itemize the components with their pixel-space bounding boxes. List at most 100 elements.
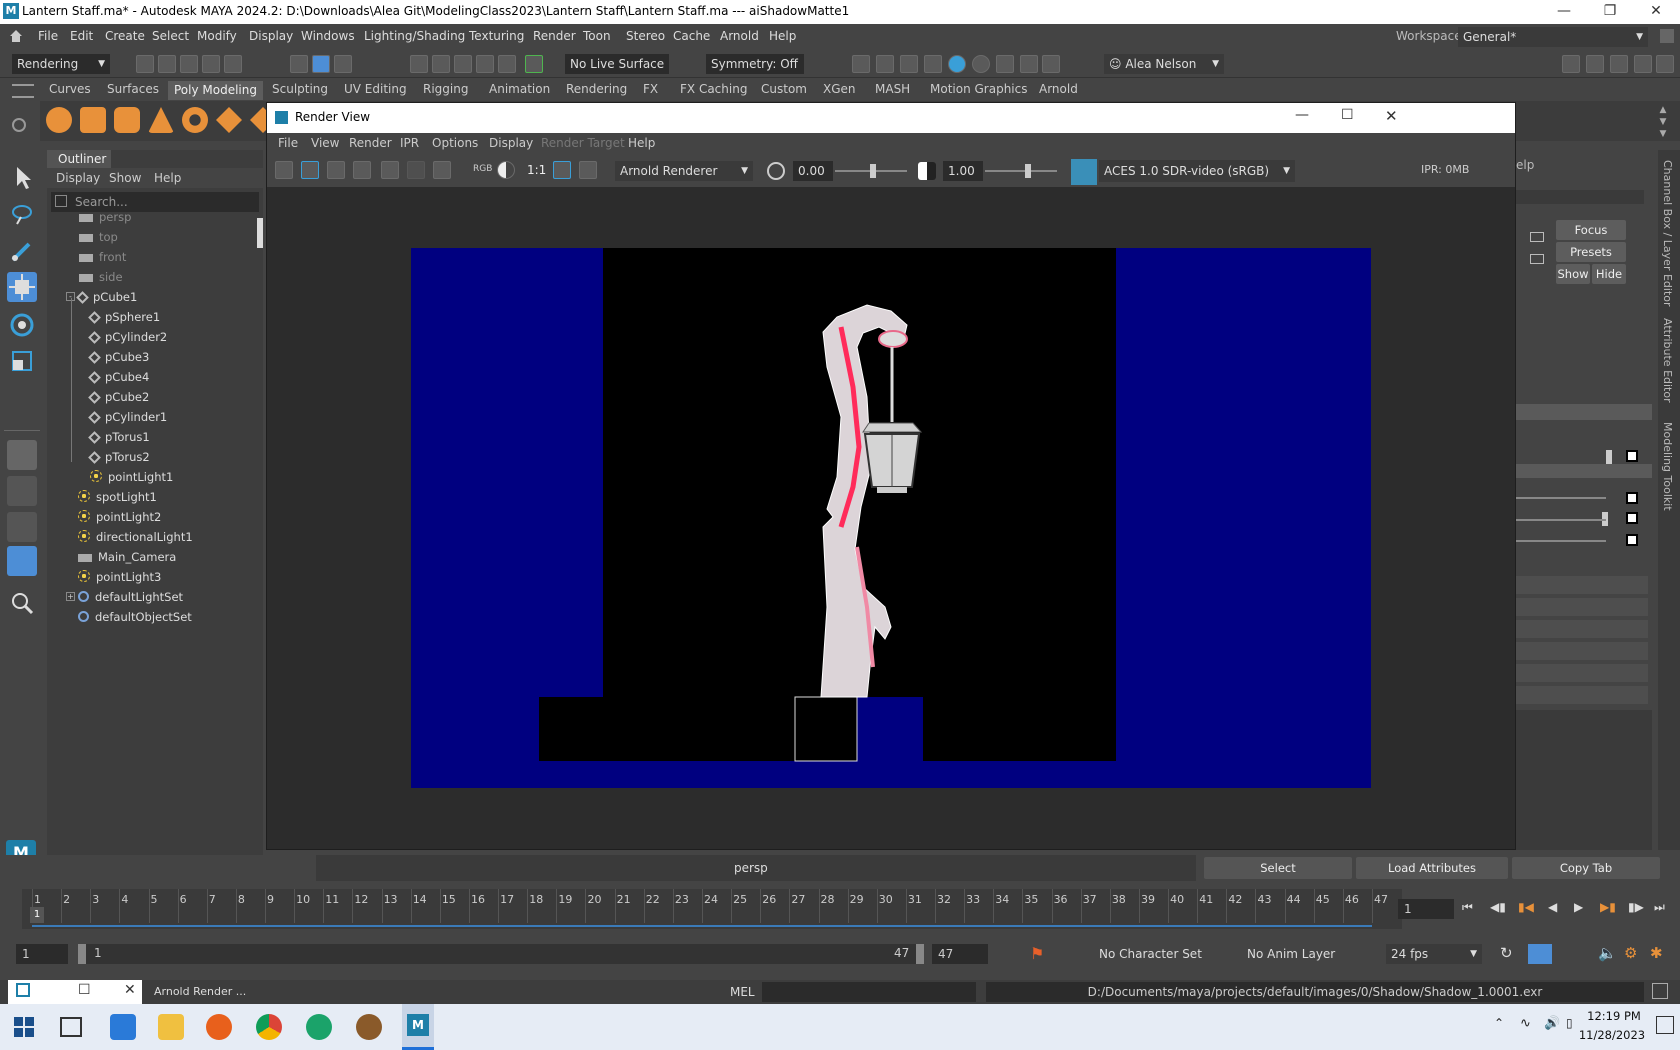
- game-app-icon[interactable]: [356, 1014, 382, 1040]
- rv-menu-render[interactable]: Render: [349, 136, 392, 150]
- snap-view-icon[interactable]: [498, 55, 516, 73]
- arnold-render-icon[interactable]: [1020, 55, 1038, 73]
- range-slider[interactable]: 1 47: [78, 944, 924, 964]
- anim-layer-dropdown[interactable]: No Anim Layer: [1242, 944, 1362, 964]
- outliner-item[interactable]: pSphere1: [88, 308, 160, 326]
- rv-menu-help[interactable]: Help: [628, 136, 655, 150]
- outliner-item[interactable]: persp: [79, 208, 131, 226]
- render-view-icon[interactable]: [972, 55, 990, 73]
- attr-row[interactable]: [1516, 598, 1648, 616]
- end-time-field[interactable]: 47: [932, 944, 988, 964]
- animation-prefs-icon[interactable]: ⚙: [1624, 944, 1637, 962]
- render-current-frame-icon[interactable]: [852, 55, 870, 73]
- rv-menu-file[interactable]: File: [278, 136, 298, 150]
- range-start-handle[interactable]: [78, 944, 86, 964]
- snap-live-icon[interactable]: [525, 55, 543, 73]
- home-icon[interactable]: [8, 28, 24, 44]
- hypershade-icon[interactable]: [948, 55, 966, 73]
- hide-button[interactable]: Hide: [1592, 264, 1626, 284]
- outliner-item[interactable]: + defaultLightSet: [66, 588, 183, 606]
- close-icon[interactable]: ✕: [124, 982, 136, 998]
- zoom-app-icon[interactable]: [110, 1014, 136, 1040]
- four-view-layout-icon[interactable]: [7, 476, 37, 506]
- persp-outliner-layout-icon[interactable]: [7, 512, 37, 542]
- snap-point-icon[interactable]: [454, 55, 472, 73]
- outliner-tab[interactable]: Outliner: [47, 150, 111, 168]
- attr-slider-track[interactable]: [1516, 540, 1606, 542]
- ipr-render-icon[interactable]: [900, 55, 918, 73]
- menu-select[interactable]: Select: [152, 29, 189, 43]
- outliner-menu-display[interactable]: Display: [56, 171, 100, 185]
- shelf-tab-custom[interactable]: Custom: [761, 82, 807, 96]
- volume-icon[interactable]: 🔊: [1544, 1016, 1560, 1031]
- audio-icon[interactable]: 🔈: [1598, 944, 1617, 962]
- poly-torus-icon[interactable]: [182, 107, 208, 133]
- attr-row[interactable]: [1516, 664, 1648, 682]
- shelf-tab-animation[interactable]: Animation: [489, 82, 550, 96]
- firefox-icon[interactable]: [206, 1014, 232, 1040]
- channel-box-vertical-tab[interactable]: Channel Box / Layer Editor: [1661, 160, 1674, 307]
- menu-modify[interactable]: Modify: [197, 29, 237, 43]
- map-button-icon[interactable]: [1626, 512, 1638, 524]
- gamma-slider[interactable]: [985, 170, 1057, 172]
- refresh-ipr-icon[interactable]: [407, 161, 425, 179]
- close-icon[interactable]: ✕: [1636, 0, 1676, 24]
- shelf-tab-poly-modeling[interactable]: Poly Modeling: [168, 81, 263, 100]
- light-editor-icon[interactable]: [996, 55, 1014, 73]
- menu-lighting-shading[interactable]: Lighting/Shading: [364, 29, 465, 43]
- outliner-item[interactable]: Main_Camera: [78, 548, 176, 566]
- shelf-tab-surfaces[interactable]: Surfaces: [107, 82, 159, 96]
- remove-image-icon[interactable]: [579, 161, 597, 179]
- attr-row[interactable]: [1516, 620, 1648, 638]
- rotate-tool-icon[interactable]: [7, 310, 37, 340]
- outliner-item[interactable]: top: [79, 228, 118, 246]
- maximize-icon[interactable]: ☐: [78, 982, 91, 998]
- menu-texturing[interactable]: Texturing: [469, 29, 524, 43]
- windows-start-icon[interactable]: [14, 1017, 34, 1037]
- step-forward-icon[interactable]: ▮▶: [1628, 900, 1644, 914]
- time-slider[interactable]: 1 2 3 4 5 6 7 8 9 10 11 12 13 14 15 16 17 18 19 20 21 22 23 24 2…: [22, 889, 1402, 929]
- notifications-icon[interactable]: [1656, 1016, 1674, 1034]
- shelf-tab-rendering[interactable]: Rendering: [566, 82, 627, 96]
- exposure-field[interactable]: 0.00: [793, 161, 833, 181]
- outliner-item[interactable]: pCube3: [88, 348, 149, 366]
- real-size-button[interactable]: 1:1: [527, 163, 546, 177]
- renderer-dropdown[interactable]: Arnold Renderer ▼: [615, 161, 753, 181]
- menuset-dropdown[interactable]: Rendering ▼: [12, 54, 110, 74]
- poly-sphere-icon[interactable]: [46, 107, 72, 133]
- rv-menu-ipr[interactable]: IPR: [400, 136, 419, 150]
- user-account-dropdown[interactable]: ☺ Alea Nelson ▼: [1104, 54, 1224, 74]
- modeling-toolkit-vertical-tab[interactable]: Modeling Toolkit: [1661, 422, 1674, 511]
- render-region-icon[interactable]: [301, 161, 319, 179]
- auto-key-icon[interactable]: ⚑: [1030, 944, 1044, 963]
- file-explorer-icon[interactable]: [158, 1014, 184, 1040]
- select-object-icon[interactable]: [312, 55, 330, 73]
- select-component-icon[interactable]: [334, 55, 352, 73]
- chrome-icon[interactable]: [256, 1014, 282, 1040]
- modeling-toolkit-toggle-icon[interactable]: [1656, 55, 1674, 73]
- shelf-tab-curves[interactable]: Curves: [49, 82, 91, 96]
- paint-select-tool-icon[interactable]: [7, 236, 37, 266]
- lasso-tool-icon[interactable]: [7, 200, 37, 230]
- focus-button[interactable]: Focus: [1556, 220, 1626, 240]
- menu-help[interactable]: Help: [769, 29, 796, 43]
- ipr-icon[interactable]: [381, 161, 399, 179]
- wifi-icon[interactable]: ∿: [1520, 1016, 1531, 1031]
- shelf-tab-fx[interactable]: FX: [643, 82, 658, 96]
- menu-windows[interactable]: Windows: [301, 29, 355, 43]
- select-hierarchy-icon[interactable]: [290, 55, 308, 73]
- close-icon[interactable]: ✕: [1385, 107, 1398, 125]
- exposure-slider-handle[interactable]: [870, 164, 876, 178]
- tool-settings-toggle-icon[interactable]: [1610, 55, 1628, 73]
- shelf-scroll-icon[interactable]: ▲ ▼ ▼: [1656, 104, 1670, 140]
- attr-slider-track[interactable]: [1516, 497, 1606, 499]
- attr-slider-track[interactable]: [1516, 519, 1606, 521]
- menu-toon[interactable]: Toon: [583, 29, 611, 43]
- attr-row[interactable]: [1516, 686, 1648, 704]
- redo-icon[interactable]: [224, 55, 242, 73]
- outliner-item[interactable]: defaultObjectSet: [78, 608, 192, 626]
- attr-section-header-2[interactable]: [1516, 464, 1652, 478]
- render-view-canvas[interactable]: [267, 187, 1515, 849]
- outliner-item[interactable]: - pCube1: [66, 288, 137, 306]
- step-back-icon[interactable]: ◀▮: [1490, 900, 1506, 914]
